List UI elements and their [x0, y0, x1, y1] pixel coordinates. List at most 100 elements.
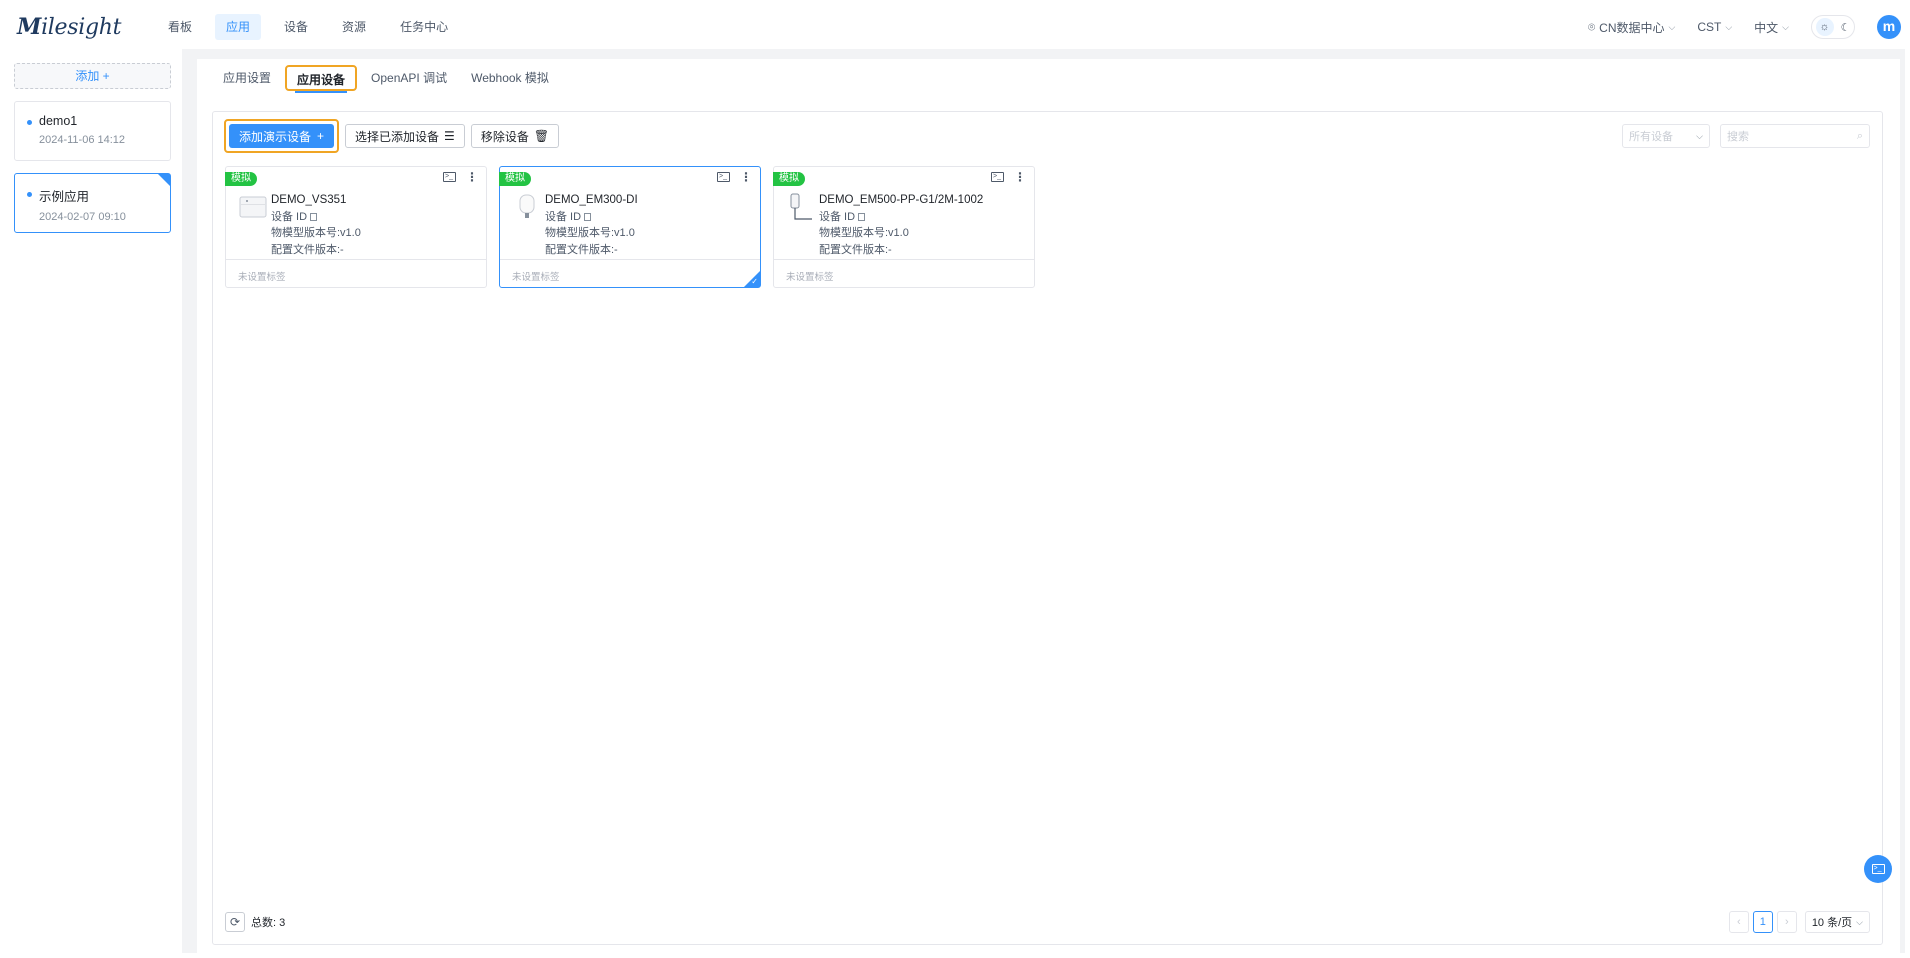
simulated-badge: 模拟 [773, 172, 805, 186]
moon-icon: ☾ [1840, 21, 1851, 34]
select-added-device-label: 选择已添加设备 [355, 129, 440, 144]
chevron-down-icon: ⌵ [1696, 130, 1703, 141]
add-demo-device-button[interactable]: 添加演示设备 + [229, 124, 335, 148]
device-id-label: 设备 ID [271, 210, 308, 223]
application-card-demo1[interactable]: demo1 2024-11-06 14:12 [14, 101, 171, 161]
model-version: 物模型版本号:v1.0 [545, 227, 635, 239]
floating-console-button[interactable]: >_ [1864, 855, 1892, 883]
terminal-icon[interactable]: >_ [991, 172, 1004, 182]
nav-item-task-center[interactable]: 任务中心 [389, 14, 459, 40]
device-card[interactable]: 模拟 >_ ⋮ DEMO_EM500-PP-G1/2M-1002 设备 ID 物… [773, 166, 1035, 288]
device-name: DEMO_EM300-DI [545, 194, 638, 206]
application-name: 示例应用 [39, 190, 90, 204]
terminal-icon[interactable]: >_ [717, 172, 730, 182]
top-right-controls: ⌾ CN数据中心 ⌵ CST ⌵ 中文 ⌵ ☼ ☾ m [1588, 15, 1901, 39]
chevron-down-icon: ⌵ [1668, 21, 1676, 32]
more-icon[interactable]: ⋮ [740, 171, 752, 183]
chevron-right-icon: › [1784, 916, 1789, 928]
add-demo-device-label: 添加演示设备 [239, 129, 312, 144]
chevron-down-icon: ⌵ [1856, 916, 1863, 927]
page-size-label: 10 条/页 [1811, 917, 1853, 929]
logo-text: ilesight [41, 15, 122, 40]
sun-icon: ☼ [1815, 18, 1834, 36]
prev-page-button[interactable]: ‹ [1728, 911, 1749, 933]
model-version: 物模型版本号:v1.0 [271, 227, 361, 239]
model-version: 物模型版本号:v1.0 [819, 227, 909, 239]
avatar[interactable]: m [1877, 15, 1901, 39]
application-card-example[interactable]: 示例应用 2024-02-07 09:10 [14, 173, 171, 233]
add-demo-device-highlight: 添加演示设备 + [224, 119, 340, 153]
list-icon: ☰ [444, 129, 455, 143]
remove-device-button[interactable]: 移除设备 🗑 [470, 124, 560, 148]
card-actions: >_ ⋮ [717, 171, 752, 183]
search-input[interactable]: 搜索 ⌕ [1720, 124, 1870, 148]
status-dot [27, 192, 32, 197]
tab-app-settings[interactable]: 应用设置 [213, 65, 281, 91]
list-footer: ⟳ 总数: 3 ‹ 1 › 10 条/页 ⌵ [225, 910, 1870, 934]
device-card-list: 模拟 >_ ⋮ DEMO_VS351 设备 ID 物模型版本号:v1.0 配置文… [225, 166, 1035, 288]
search-placeholder: 搜索 [1727, 131, 1749, 143]
main-nav: 看板 应用 设备 资源 任务中心 [157, 14, 471, 40]
device-tag: 未设置标签 [500, 259, 760, 292]
device-id-label: 设备 ID [819, 210, 856, 223]
timezone-label: CST [1697, 20, 1722, 34]
filter-group: 所有设备 ⌵ 搜索 ⌕ [1622, 124, 1870, 148]
page-size-select[interactable]: 10 条/页 ⌵ [1804, 911, 1870, 933]
terminal-icon[interactable]: >_ [443, 172, 456, 182]
add-application-button[interactable]: 添加 + [14, 63, 171, 89]
nav-item-devices[interactable]: 设备 [273, 14, 319, 40]
device-id-row: 设备 ID [545, 209, 638, 226]
device-image-em500 [790, 193, 812, 220]
main-panel: 应用设置 应用设备 OpenAPI 调试 Webhook 模拟 添加演示设备 +… [197, 59, 1900, 953]
device-info: DEMO_EM500-PP-G1/2M-1002 设备 ID 物模型版本号:v1… [819, 192, 983, 258]
search-icon: ⌕ [1856, 129, 1863, 142]
language-selector[interactable]: 中文 ⌵ [1754, 19, 1789, 36]
config-version: 配置文件版本:- [271, 243, 344, 256]
selected-corner-marker [158, 174, 170, 186]
application-name: demo1 [39, 114, 78, 128]
device-id-row: 设备 ID [819, 209, 983, 226]
card-actions: >_ ⋮ [991, 171, 1026, 183]
nav-item-dashboard[interactable]: 看板 [157, 14, 203, 40]
device-image-em300 [519, 194, 535, 218]
refresh-icon: ⟳ [229, 915, 241, 929]
device-filter-select[interactable]: 所有设备 ⌵ [1622, 124, 1710, 148]
copy-icon[interactable] [858, 212, 866, 221]
config-version: 配置文件版本:- [819, 243, 892, 256]
tab-openapi-debug[interactable]: OpenAPI 调试 [361, 65, 457, 91]
device-filter-placeholder: 所有设备 [1629, 131, 1673, 143]
timezone-selector[interactable]: CST ⌵ [1697, 20, 1732, 34]
refresh-button[interactable]: ⟳ [225, 912, 245, 932]
simulated-badge: 模拟 [499, 172, 531, 186]
location-icon: ⌾ [1587, 19, 1596, 34]
card-actions: >_ ⋮ [443, 171, 478, 183]
add-application-label: 添加 [75, 69, 100, 83]
device-card[interactable]: 模拟 >_ ⋮ DEMO_VS351 设备 ID 物模型版本号:v1.0 配置文… [225, 166, 487, 288]
device-info: DEMO_EM300-DI 设备 ID 物模型版本号:v1.0 配置文件版本:- [545, 192, 638, 258]
device-info: DEMO_VS351 设备 ID 物模型版本号:v1.0 配置文件版本:- [271, 192, 361, 258]
device-tag: 未设置标签 [774, 259, 1034, 292]
theme-toggle[interactable]: ☼ ☾ [1811, 15, 1855, 39]
select-added-device-button[interactable]: 选择已添加设备 ☰ [345, 124, 465, 148]
copy-icon[interactable] [584, 212, 592, 221]
plus-icon: + [317, 129, 325, 143]
page-number[interactable]: 1 [1752, 911, 1773, 933]
nav-item-applications[interactable]: 应用 [215, 14, 262, 40]
device-card[interactable]: 模拟 >_ ⋮ DEMO_EM300-DI 设备 ID 物模型版本号:v1.0 … [499, 166, 761, 288]
milesight-logo[interactable]: Milesight [17, 14, 141, 40]
more-icon[interactable]: ⋮ [466, 171, 478, 183]
device-content-area: 添加演示设备 + 选择已添加设备 ☰ 移除设备 🗑 所有设备 ⌵ 搜索 ⌕ 模拟… [212, 111, 1883, 945]
tab-webhook-simulate[interactable]: Webhook 模拟 [461, 65, 559, 91]
datacenter-selector[interactable]: ⌾ CN数据中心 ⌵ [1588, 19, 1675, 36]
nav-item-resources[interactable]: 资源 [331, 14, 377, 40]
copy-icon[interactable] [310, 212, 318, 221]
top-navbar: Milesight 看板 应用 设备 资源 任务中心 ⌾ CN数据中心 ⌵ CS… [5, 5, 1905, 49]
tab-app-devices[interactable]: 应用设备 [285, 65, 358, 93]
device-name: DEMO_EM500-PP-G1/2M-1002 [819, 194, 984, 206]
chevron-down-icon: ⌵ [1782, 21, 1789, 32]
pagination: ‹ 1 › 10 条/页 ⌵ [1728, 911, 1870, 933]
next-page-button[interactable]: › [1776, 911, 1797, 933]
datacenter-label: CN数据中心 [1599, 20, 1665, 35]
more-icon[interactable]: ⋮ [1014, 171, 1026, 183]
logo-letter: M [17, 14, 42, 40]
